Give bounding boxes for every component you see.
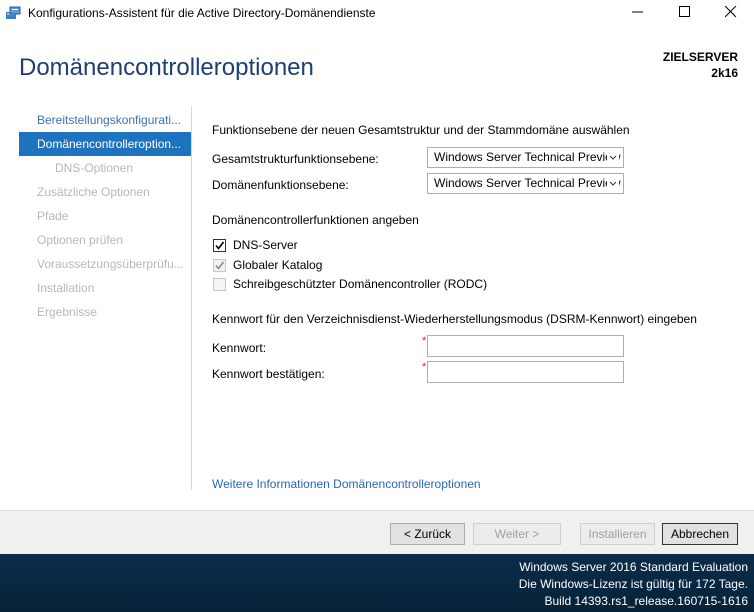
minimize-icon [632,11,643,13]
rodc-checkbox [213,278,226,291]
server-manager-icon [6,6,22,20]
desktop-background: Windows Server 2016 Standard Evaluation … [0,554,754,612]
dns-server-checkbox[interactable] [213,239,226,252]
nav-item-installation: Installation [37,281,95,295]
nav-item-deployment-config[interactable]: Bereitstellungskonfigurati... [19,108,191,132]
dc-capabilities-heading: Domänencontrollerfunktionen angeben [212,213,419,227]
confirm-password-required-marker: * [422,361,427,373]
global-catalog-checkbox [213,259,226,272]
confirm-password-label: Kennwort bestätigen: [212,367,325,381]
maximize-icon [679,6,690,17]
checkmark-icon [215,241,225,250]
chevron-down-icon [607,148,619,167]
cancel-button[interactable]: Abbrechen [662,523,738,545]
wizard-nav: Bereitstellungskonfigurati... Domänencon… [19,108,191,324]
functional-level-heading: Funktionsebene der neuen Gesamtstruktur … [212,123,630,137]
minimize-button[interactable] [615,0,661,24]
password-required-marker: * [422,335,427,347]
main-content: Funktionsebene der neuen Gesamtstruktur … [212,106,742,506]
forest-level-value: Windows Server Technical Preview [434,150,621,164]
nav-item-paths: Pfade [37,209,69,223]
watermark-license: Die Windows-Lizenz ist gültig für 172 Ta… [518,577,748,591]
more-info-link[interactable]: Weitere Informationen Domänencontrollero… [212,477,481,491]
domain-level-value: Windows Server Technical Preview [434,176,621,190]
nav-item-dc-options[interactable]: Domänencontrolleroption... [19,132,191,156]
nav-item-review-options: Optionen prüfen [37,233,124,247]
window-title: Konfigurations-Assistent für die Active … [28,6,376,20]
domain-level-select[interactable]: Windows Server Technical Preview [427,173,624,194]
dns-server-label: DNS-Server [233,238,298,252]
nav-item-results: Ergebnisse [37,305,98,319]
forest-level-label: Gesamtstrukturfunktionsebene: [212,152,379,166]
target-server-name: 2k16 [711,66,738,80]
dsrm-heading: Kennwort für den Verzeichnisdienst-Wiede… [212,312,697,326]
wizard-footer: < Zurück Weiter > Installieren Abbrechen [0,510,754,555]
install-button: Installieren [580,523,655,545]
watermark-edition: Windows Server 2016 Standard Evaluation [519,560,748,574]
next-button: Weiter > [473,523,561,545]
chevron-down-icon [607,174,619,193]
domain-level-label: Domänenfunktionsebene: [212,178,349,192]
target-server-label: ZIELSERVER [662,50,738,64]
wizard-header: Domänencontrolleroptionen ZIELSERVER 2k1… [0,26,754,106]
close-button[interactable] [708,0,754,24]
maximize-button[interactable] [662,0,708,24]
page-title: Domänencontrolleroptionen [19,54,314,81]
nav-divider [191,106,192,490]
checkmark-icon [215,261,225,270]
back-button[interactable]: < Zurück [390,523,465,545]
watermark-build: Build 14393.rs1_release.160715-1616 [544,594,749,608]
forest-level-select[interactable]: Windows Server Technical Preview [427,147,624,168]
rodc-label: Schreibgeschützter Domänencontroller (RO… [233,277,488,291]
confirm-password-input[interactable] [427,361,624,383]
password-label: Kennwort: [212,341,267,355]
nav-item-dns-options: DNS-Optionen [55,161,134,175]
global-catalog-label: Globaler Katalog [233,258,323,272]
password-input[interactable] [427,335,624,357]
nav-item-additional-options: Zusätzliche Optionen [37,185,150,199]
close-icon [725,6,737,18]
nav-item-prerequisites-check: Voraussetzungsüberprüfu... [37,257,184,271]
title-bar: Konfigurations-Assistent für die Active … [0,0,754,26]
